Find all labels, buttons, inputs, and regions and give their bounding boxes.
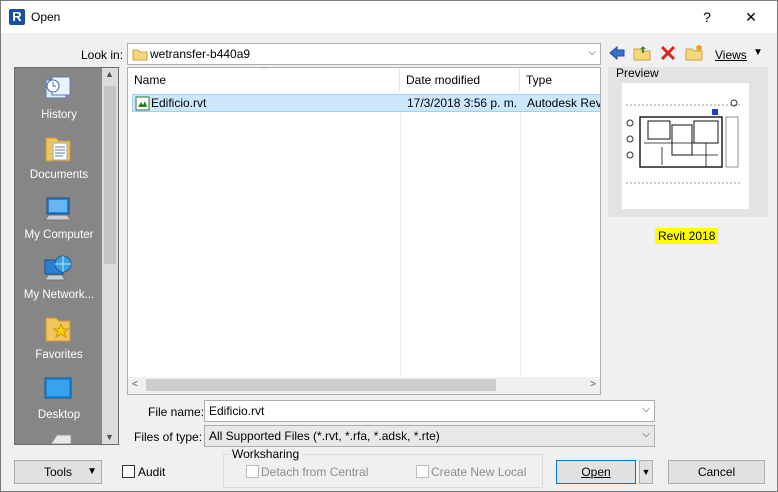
file-type: Autodesk Revi	[527, 96, 601, 110]
preview-panel: Preview	[608, 66, 768, 217]
place-label: Desktop	[37, 409, 81, 421]
desktop-icon	[44, 377, 72, 399]
floor-plan-image	[626, 99, 740, 184]
open-label: Open	[581, 465, 611, 479]
favorites-icon	[45, 317, 71, 342]
preview-label: Preview	[616, 66, 659, 80]
audit-checkbox[interactable]	[122, 465, 135, 478]
detach-checkbox[interactable]	[246, 465, 259, 478]
open-button[interactable]: Open	[556, 460, 636, 484]
chevron-down-icon: ⌵	[588, 47, 596, 58]
column-divider	[520, 92, 521, 376]
place-label: My Computer	[24, 229, 94, 241]
file-list-hscrollbar[interactable]: < >	[128, 377, 600, 394]
scroll-thumb[interactable]	[104, 86, 116, 264]
place-label: My Network...	[23, 289, 95, 301]
column-date-modified[interactable]: Date modified	[400, 68, 520, 92]
computer-icon	[43, 197, 73, 221]
place-documents[interactable]: Documents	[15, 128, 103, 188]
tools-button[interactable]: Tools ▼	[14, 460, 102, 484]
worksharing-group: Worksharing Detach from Central Create N…	[223, 447, 543, 488]
revit-app-icon: R	[9, 9, 25, 25]
help-button[interactable]: ?	[693, 7, 721, 27]
detach-label: Detach from Central	[261, 465, 369, 479]
column-type[interactable]: Type	[520, 68, 600, 92]
new-folder-icon[interactable]	[685, 44, 703, 62]
folder-icon	[132, 49, 148, 61]
cancel-button[interactable]: Cancel	[668, 460, 765, 484]
place-favorites[interactable]: Favorites	[15, 308, 103, 368]
title-bar: R Open ? ✕	[1, 1, 777, 33]
cloud-drive-icon	[50, 434, 72, 444]
delete-icon[interactable]	[660, 45, 676, 61]
table-row[interactable]: Edificio.rvt 17/3/2018 3:56 p. m. Autode…	[132, 94, 601, 112]
up-folder-icon[interactable]	[633, 44, 651, 62]
filetype-dropdown[interactable]: All Supported Files (*.rvt, *.rfa, *.ads…	[204, 425, 655, 447]
revit-version-badge: Revit 2018	[655, 228, 719, 244]
create-local-checkbox[interactable]	[416, 465, 429, 478]
column-name[interactable]: Name	[128, 68, 400, 92]
place-history[interactable]: History	[15, 68, 103, 128]
place-desktop[interactable]: Desktop	[15, 368, 103, 428]
place-label: Documents	[29, 169, 89, 181]
revit-file-icon	[135, 96, 150, 111]
filename-label: File name:	[148, 405, 205, 419]
file-date: 17/3/2018 3:56 p. m.	[407, 96, 518, 110]
network-icon	[44, 255, 72, 281]
open-dialog: R Open ? ✕ Look in: wetransfer-b440a9 ⌵ …	[0, 0, 778, 492]
dropdown-arrow-icon: ▼	[87, 466, 97, 477]
chevron-down-icon[interactable]: ⌵	[642, 404, 650, 415]
lookin-value: wetransfer-b440a9	[150, 47, 251, 61]
place-my-network[interactable]: My Network...	[15, 248, 103, 308]
cancel-label: Cancel	[697, 465, 736, 479]
scroll-left-icon[interactable]: <	[132, 379, 138, 390]
place-my-computer[interactable]: My Computer	[15, 188, 103, 248]
scroll-up-icon[interactable]: ▲	[105, 69, 114, 79]
scroll-thumb[interactable]	[146, 379, 496, 391]
chevron-down-icon: ⌵	[642, 429, 650, 440]
open-options-button[interactable]: ▼	[639, 460, 653, 484]
create-local-label: Create New Local	[431, 465, 527, 479]
filename-value: Edificio.rvt	[209, 404, 265, 418]
audit-label: Audit	[138, 465, 166, 479]
lookin-label: Look in:	[81, 48, 124, 62]
tools-label: Tools	[43, 465, 72, 479]
preview-thumbnail	[622, 83, 749, 209]
filetype-value: All Supported Files (*.rvt, *.rfa, *.ads…	[209, 429, 440, 443]
column-divider	[400, 92, 401, 376]
worksharing-legend: Worksharing	[230, 447, 302, 461]
views-button[interactable]: Views	[715, 48, 747, 62]
filename-input[interactable]: Edificio.rvt ⌵	[204, 400, 655, 422]
documents-icon	[45, 137, 71, 162]
file-name: Edificio.rvt	[151, 96, 207, 110]
place-label: History	[41, 109, 77, 121]
back-arrow-icon[interactable]	[608, 45, 626, 61]
scroll-down-icon[interactable]: ▼	[105, 432, 114, 442]
places-scrollbar[interactable]: ▲ ▼	[102, 68, 118, 444]
close-button[interactable]: ✕	[737, 7, 765, 27]
window-title: Open	[31, 10, 61, 24]
filetype-label: Files of type:	[134, 430, 203, 444]
scroll-right-icon[interactable]: >	[590, 379, 596, 390]
place-label: Favorites	[35, 349, 83, 361]
views-dropdown-icon[interactable]: ▼	[753, 47, 763, 58]
places-bar: History Documents My Computer My Network…	[14, 67, 119, 445]
file-list: ⌃ Name Date modified Type Edificio.rvt 1…	[127, 67, 601, 395]
history-icon	[45, 76, 71, 99]
lookin-dropdown[interactable]: wetransfer-b440a9 ⌵	[127, 43, 601, 65]
